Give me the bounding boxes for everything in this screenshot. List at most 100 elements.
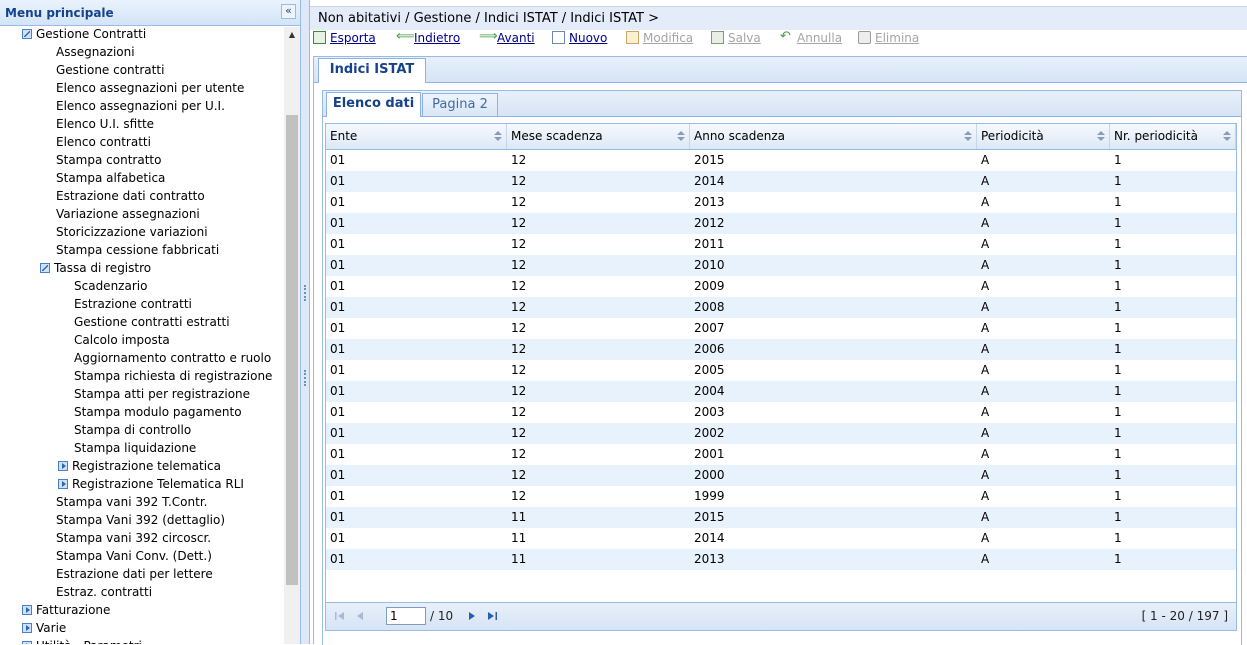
folder-collapsed-icon[interactable] [22, 622, 32, 633]
table-cell: 1 [1114, 552, 1122, 566]
avanti-button[interactable]: ⟹Avanti [479, 29, 535, 47]
table-row[interactable]: 01 12 2000 A 1 [326, 465, 1236, 486]
prev-page-icon[interactable] [354, 610, 366, 622]
folder-collapsed-icon[interactable] [22, 640, 32, 644]
menu-item[interactable]: Elenco assegnazioni per utente [56, 79, 244, 97]
table-row[interactable]: 01 11 2015 A 1 [326, 507, 1236, 528]
menu-item[interactable]: Stampa Vani Conv. (Dett.) [56, 547, 212, 565]
menu-item[interactable]: Stampa cessione fabbricati [56, 241, 219, 259]
table-cell: A [981, 531, 990, 545]
menu-item[interactable]: Gestione Contratti [22, 27, 146, 43]
tab-indici-istat[interactable]: Indici ISTAT [318, 58, 426, 83]
menu-item[interactable]: Elenco contratti [56, 133, 151, 151]
column-header[interactable]: Periodicità [977, 124, 1110, 149]
table-row[interactable]: 01 12 1999 A 1 [326, 486, 1236, 507]
elimina-button[interactable]: Elimina [858, 29, 919, 47]
folder-collapsed-icon[interactable] [58, 478, 68, 489]
menu-item[interactable]: Estraz. contratti [56, 583, 152, 601]
tab-pagina-2[interactable]: Pagina 2 [422, 93, 498, 116]
sort-icon[interactable] [494, 131, 502, 141]
folder-collapsed-icon[interactable] [58, 460, 68, 471]
menu-item[interactable]: Elenco U.I. sfitte [56, 115, 154, 133]
modifica-button[interactable]: Modifica [626, 29, 693, 47]
menu-item[interactable]: Storicizzazione variazioni [56, 223, 208, 241]
scroll-up-arrow-icon[interactable]: ▲ [284, 27, 300, 43]
nuovo-button[interactable]: Nuovo [552, 29, 607, 47]
menu-item[interactable]: Utilità - Parametri [22, 637, 142, 644]
menu-item[interactable]: Aggiornamento contratto e ruolo [74, 349, 271, 367]
table-row[interactable]: 01 12 2008 A 1 [326, 297, 1236, 318]
page-number-input[interactable] [386, 607, 426, 625]
menu-item[interactable]: Variazione assegnazioni [56, 205, 200, 223]
table-cell: 1 [1114, 216, 1122, 230]
table-row[interactable]: 01 12 2001 A 1 [326, 444, 1236, 465]
salva-button[interactable]: Salva [711, 29, 761, 47]
export-excel-icon [313, 31, 326, 44]
splitter-grip[interactable] [304, 285, 308, 301]
menu-item[interactable]: Stampa vani 392 T.Contr. [56, 493, 207, 511]
table-row[interactable]: 01 12 2015 A 1 [326, 150, 1236, 171]
table-cell: A [981, 405, 990, 419]
menu-item[interactable]: Stampa Vani 392 (dettaglio) [56, 511, 225, 529]
column-header[interactable]: Anno scadenza [690, 124, 977, 149]
table-row[interactable]: 01 12 2011 A 1 [326, 234, 1236, 255]
table-row[interactable]: 01 11 2013 A 1 [326, 549, 1236, 570]
menu-item[interactable]: Tassa di registro [40, 259, 151, 277]
menu-item[interactable]: Gestione contratti [56, 61, 164, 79]
annulla-button[interactable]: ↶ Annulla [780, 29, 842, 47]
menu-item[interactable]: Stampa liquidazione [74, 439, 196, 457]
collapse-sidebar-button[interactable]: « [281, 4, 296, 19]
scrollbar-thumb[interactable] [286, 115, 298, 585]
table-row[interactable]: 01 12 2002 A 1 [326, 423, 1236, 444]
table-row[interactable]: 01 12 2007 A 1 [326, 318, 1236, 339]
menu-item[interactable]: Stampa vani 392 circoscr. [56, 529, 211, 547]
table-row[interactable]: 01 12 2004 A 1 [326, 381, 1236, 402]
indietro-button[interactable]: ⟸Indietro [396, 29, 460, 47]
menu-item[interactable]: Scadenzario [74, 277, 147, 295]
panel-splitter[interactable] [300, 0, 310, 644]
column-header[interactable]: Mese scadenza [507, 124, 690, 149]
menu-item[interactable]: Stampa atti per registrazione [74, 385, 250, 403]
folder-expanded-icon[interactable] [22, 28, 32, 39]
menu-item[interactable]: Estrazione dati contratto [56, 187, 205, 205]
menu-item[interactable]: Stampa contratto [56, 151, 161, 169]
table-row[interactable]: 01 11 2014 A 1 [326, 528, 1236, 549]
menu-item[interactable]: Registrazione telematica [58, 457, 221, 475]
menu-item[interactable]: Gestione contratti estratti [74, 313, 230, 331]
first-page-icon[interactable] [334, 610, 346, 622]
menu-item[interactable]: Assegnazioni [56, 43, 135, 61]
sort-icon[interactable] [677, 131, 685, 141]
menu-item[interactable]: Stampa alfabetica [56, 169, 165, 187]
tree-scrollbar[interactable]: ▲ [284, 27, 300, 644]
column-header[interactable]: Nr. periodicità [1110, 124, 1236, 149]
column-header[interactable]: Ente [326, 124, 507, 149]
table-row[interactable]: 01 12 2003 A 1 [326, 402, 1236, 423]
menu-item[interactable]: Estrazione dati per lettere [56, 565, 213, 583]
menu-item[interactable]: Stampa di controllo [74, 421, 191, 439]
table-row[interactable]: 01 12 2009 A 1 [326, 276, 1236, 297]
table-row[interactable]: 01 12 2012 A 1 [326, 213, 1236, 234]
tab-elenco-dati[interactable]: Elenco dati [326, 92, 421, 117]
table-row[interactable]: 01 12 2006 A 1 [326, 339, 1236, 360]
folder-collapsed-icon[interactable] [22, 604, 32, 615]
last-page-icon[interactable] [486, 610, 498, 622]
sort-icon[interactable] [1223, 131, 1231, 141]
menu-item[interactable]: Estrazione contratti [74, 295, 192, 313]
table-row[interactable]: 01 12 2010 A 1 [326, 255, 1236, 276]
table-row[interactable]: 01 12 2013 A 1 [326, 192, 1236, 213]
menu-item[interactable]: Registrazione Telematica RLI [58, 475, 244, 493]
menu-item[interactable]: Calcolo imposta [74, 331, 170, 349]
menu-item[interactable]: Elenco assegnazioni per U.I. [56, 97, 225, 115]
esporta-button[interactable]: Esporta [313, 29, 376, 47]
menu-item[interactable]: Stampa richiesta di registrazione [74, 367, 272, 385]
splitter-grip[interactable] [304, 370, 308, 386]
table-row[interactable]: 01 12 2005 A 1 [326, 360, 1236, 381]
folder-expanded-icon[interactable] [40, 262, 50, 273]
sort-icon[interactable] [964, 131, 972, 141]
next-page-icon[interactable] [466, 610, 478, 622]
menu-item[interactable]: Stampa modulo pagamento [74, 403, 242, 421]
menu-item[interactable]: Fatturazione [22, 601, 110, 619]
table-row[interactable]: 01 12 2014 A 1 [326, 171, 1236, 192]
menu-item[interactable]: Varie [22, 619, 66, 637]
sort-icon[interactable] [1097, 131, 1105, 141]
